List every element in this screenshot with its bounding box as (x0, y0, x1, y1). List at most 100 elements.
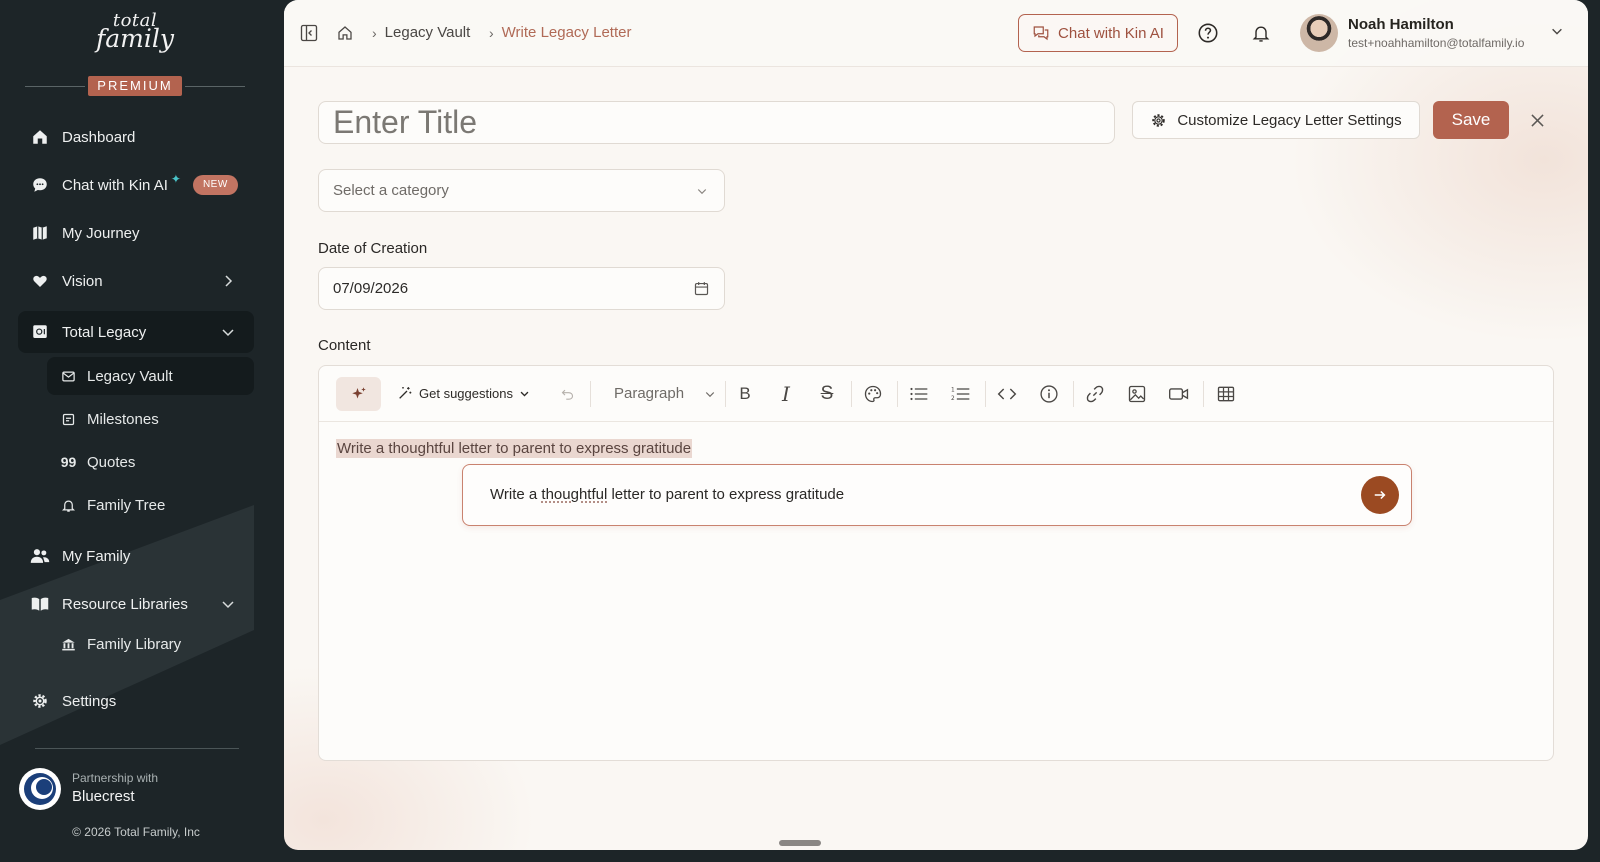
home-icon[interactable] (334, 22, 356, 44)
get-suggestions-dropdown[interactable]: Get suggestions (397, 385, 530, 401)
calendar-icon[interactable] (693, 280, 710, 297)
chevron-right-icon (225, 275, 233, 287)
notification-bell-icon[interactable] (1250, 22, 1272, 44)
info-icon[interactable] (1037, 382, 1061, 406)
close-icon[interactable] (1528, 111, 1546, 129)
breadcrumb-current: › Write Legacy Letter (489, 24, 631, 41)
table-icon[interactable] (1214, 382, 1238, 406)
sidebar-item-label: Resource Libraries (62, 595, 188, 613)
bold-icon[interactable]: B (733, 382, 757, 406)
toolbar-divider (897, 381, 898, 407)
link-icon[interactable] (1083, 382, 1107, 406)
chevron-down-icon (705, 391, 715, 397)
sparkle-icon: ✦ (170, 172, 181, 186)
editor-toolbar: Get suggestions Paragraph B I S 1 2 (319, 366, 1553, 422)
premium-badge: PREMIUM (88, 76, 182, 96)
sidebar-item-label: My Family (62, 547, 131, 565)
save-button[interactable]: Save (1433, 101, 1509, 139)
sidebar-item-dashboard[interactable]: Dashboard (18, 116, 254, 158)
sidebar-item-total-legacy[interactable]: Total Legacy (18, 311, 254, 353)
gear-icon (30, 691, 50, 711)
gear-icon (1152, 113, 1166, 127)
sidebar-item-my-journey[interactable]: My Journey (18, 212, 254, 254)
sidebar-item-my-family[interactable]: My Family (18, 535, 254, 577)
highlighted-text[interactable]: Write a thoughtful letter to parent to e… (336, 439, 693, 458)
title-input[interactable] (318, 101, 1115, 144)
toolbar-divider (725, 381, 726, 407)
suggestions-label: Get suggestions (419, 385, 513, 401)
toolbar-divider (1203, 381, 1204, 407)
avatar[interactable] (1300, 14, 1338, 52)
ai-assist-button[interactable] (336, 377, 381, 411)
chat-bubble-icon (30, 175, 50, 195)
sidebar-item-family-library[interactable]: Family Library (47, 625, 254, 663)
user-name[interactable]: Noah Hamilton (1348, 16, 1454, 33)
ai-prompt-box[interactable]: Write a thoughtful letter to parent to e… (462, 464, 1412, 526)
paragraph-style-select[interactable]: Paragraph (614, 385, 716, 402)
sidebar-item-milestones[interactable]: Milestones (47, 400, 254, 438)
chevron-down-icon[interactable] (1550, 24, 1564, 38)
breadcrumb-legacy-vault[interactable]: › Legacy Vault (372, 24, 470, 41)
sidebar-item-chat-kin-ai[interactable]: Chat with Kin AI ✦ NEW (18, 164, 254, 206)
heart-icon (30, 271, 50, 291)
sidebar-item-label: Family Tree (87, 496, 166, 514)
premium-tier: PREMIUM (25, 76, 245, 96)
undo-icon[interactable] (555, 382, 579, 406)
prompt-text-end: letter to parent to express gratitude (607, 486, 845, 503)
sidebar-item-family-tree[interactable]: Family Tree (47, 486, 254, 524)
new-badge: NEW (192, 175, 238, 195)
content-editor: Get suggestions Paragraph B I S 1 2 Writ… (318, 365, 1554, 761)
content-label: Content (318, 337, 371, 354)
prompt-text-start: Write a (490, 486, 542, 503)
sidebar-item-label: Vision (62, 272, 103, 290)
toolbar-divider (851, 381, 852, 407)
chat-with-kin-ai-button[interactable]: Chat with Kin AI (1018, 14, 1178, 52)
code-icon[interactable] (995, 382, 1019, 406)
sidebar-item-vision[interactable]: Vision (18, 260, 254, 302)
sidebar-item-resource-libraries[interactable]: Resource Libraries (18, 583, 254, 625)
date-label: Date of Creation (318, 240, 428, 257)
sidebar-divider (35, 748, 239, 749)
sidebar-item-legacy-vault[interactable]: Legacy Vault (47, 357, 254, 395)
send-prompt-button[interactable] (1361, 476, 1399, 514)
brand-logo[interactable]: total family (0, 12, 270, 52)
quote-icon: 99 (60, 454, 77, 470)
top-bar: › Legacy Vault › Write Legacy Letter Cha… (284, 0, 1588, 67)
svg-text:1: 1 (951, 388, 955, 394)
sidebar-item-label: Milestones (87, 410, 159, 428)
breadcrumb-label: Write Legacy Letter (501, 24, 632, 41)
magic-wand-icon (399, 387, 412, 399)
toolbar-divider (1073, 381, 1074, 407)
bullet-list-icon[interactable] (907, 382, 931, 406)
toolbar-divider (590, 381, 591, 407)
chevron-down-icon (697, 189, 707, 195)
strikethrough-icon[interactable]: S (815, 382, 839, 406)
sidebar-item-label: My Journey (62, 224, 140, 242)
user-email: test+noahhamilton@totalfamily.io (1348, 36, 1525, 50)
image-icon[interactable] (1125, 382, 1149, 406)
palette-icon[interactable] (861, 382, 885, 406)
partner-name: Bluecrest (72, 788, 135, 805)
ai-prompt-input[interactable]: Write a thoughtful letter to parent to e… (490, 486, 844, 503)
customize-settings-button[interactable]: Customize Legacy Letter Settings (1132, 101, 1420, 139)
date-value: 07/09/2026 (333, 280, 409, 297)
category-select[interactable]: Select a category (318, 169, 725, 212)
resize-handle[interactable] (779, 840, 821, 846)
bluecrest-logo (19, 768, 61, 810)
sidebar-toggle-icon[interactable] (298, 22, 320, 44)
sidebar-item-settings[interactable]: Settings (18, 680, 254, 722)
sidebar-item-label: Chat with Kin AI (62, 176, 168, 194)
sidebar-item-label: Total Legacy (62, 323, 147, 341)
video-icon[interactable] (1167, 382, 1191, 406)
numbered-list-icon[interactable]: 12 (949, 382, 973, 406)
sidebar-item-quotes[interactable]: 99 Quotes (47, 443, 254, 481)
safe-icon (30, 322, 50, 342)
help-icon[interactable] (1197, 22, 1219, 44)
date-field[interactable]: 07/09/2026 (318, 267, 725, 310)
sidebar-item-label: Quotes (87, 453, 136, 471)
chevron-right-icon: › (489, 24, 494, 41)
italic-icon[interactable]: I (774, 382, 798, 406)
sidebar-item-label: Legacy Vault (87, 367, 173, 385)
paragraph-label: Paragraph (614, 385, 685, 402)
customize-button-label: Customize Legacy Letter Settings (1177, 111, 1402, 129)
